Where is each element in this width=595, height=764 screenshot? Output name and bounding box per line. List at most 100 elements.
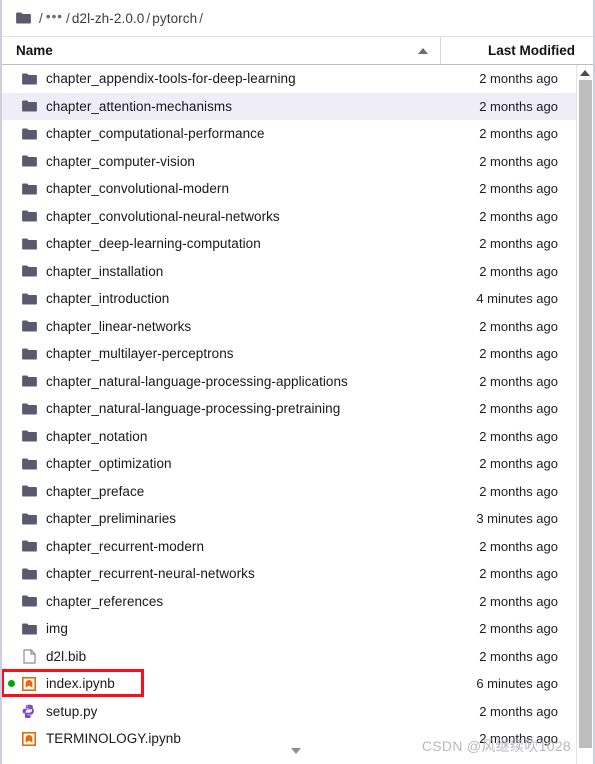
file-type-icon [18, 403, 40, 415]
file-name-label: chapter_convolutional-neural-networks [46, 208, 280, 224]
scroll-down-arrow-icon[interactable] [2, 748, 591, 762]
folder-icon [21, 485, 37, 497]
file-name-label: chapter_computational-performance [46, 126, 265, 142]
breadcrumb-separator-3: / [199, 10, 204, 26]
breadcrumb[interactable]: / ••• / d2l-zh-2.0.0 / pytorch / [2, 0, 593, 37]
file-type-icon [18, 623, 40, 635]
kernel-status-placeholder [8, 433, 15, 440]
scrollbar-thumb[interactable] [578, 80, 592, 748]
folder-icon [21, 513, 37, 525]
file-modified-label: 2 months ago [479, 208, 558, 224]
file-list-item[interactable]: index.ipynb 6 minutes ago [2, 669, 576, 698]
kernel-status-placeholder [8, 130, 15, 137]
vertical-scrollbar[interactable] [576, 65, 593, 764]
file-list-item[interactable]: chapter_multilayer-perceptrons 2 months a… [2, 340, 576, 368]
file-type-icon [18, 73, 40, 85]
file-modified-label: 3 minutes ago [476, 511, 558, 527]
file-type-icon [18, 458, 40, 470]
folder-icon [21, 623, 37, 635]
breadcrumb-ellipsis[interactable]: ••• [45, 9, 64, 24]
file-list-item[interactable]: chapter_convolutional-modern 2 months ago [2, 175, 576, 203]
breadcrumb-root[interactable]: / [37, 11, 45, 26]
folder-icon [21, 183, 37, 195]
file-list-item[interactable]: chapter_recurrent-neural-networks 2 month… [2, 560, 576, 588]
file-modified-label: 6 minutes ago [476, 676, 558, 692]
file-list-item[interactable]: chapter_installation 2 months ago [2, 258, 576, 286]
folder-icon [21, 403, 37, 415]
kernel-status-placeholder [8, 295, 15, 302]
kernel-status-placeholder [8, 653, 15, 660]
file-list-item[interactable]: img 2 months ago [2, 615, 576, 643]
kernel-status-placeholder [8, 185, 15, 192]
file-name-label: index.ipynb [46, 676, 115, 692]
kernel-status-placeholder [8, 708, 15, 715]
folder-icon [21, 100, 37, 112]
file-name-label: chapter_introduction [46, 291, 170, 307]
folder-icon [21, 265, 37, 277]
column-header-name[interactable]: Name [2, 37, 441, 64]
file-list-item[interactable]: chapter_optimization 2 months ago [2, 450, 576, 478]
file-name-label: chapter_preliminaries [46, 511, 177, 527]
file-name-label: TERMINOLOGY.ipynb [46, 731, 181, 747]
kernel-status-placeholder [8, 240, 15, 247]
file-list-item[interactable]: chapter_attention-mechanisms 2 months ago [2, 92, 576, 120]
scroll-up-arrow-icon[interactable] [577, 65, 593, 80]
file-type-icon [18, 320, 40, 332]
column-header-last-modified[interactable]: Last Modified [441, 43, 593, 58]
file-name-label: chapter_attention-mechanisms [46, 98, 232, 114]
file-name-label: chapter_installation [46, 263, 164, 279]
file-list-item[interactable]: chapter_natural-language-processing-pret… [2, 395, 576, 423]
file-list-item[interactable]: chapter_linear-networks 2 months ago [2, 313, 576, 341]
file-list-item[interactable]: chapter_convolutional-neural-networks 2 m… [2, 203, 576, 231]
breadcrumb-item-d2l-zh[interactable]: d2l-zh-2.0.0 [72, 11, 145, 26]
folder-icon [21, 540, 37, 552]
file-list-item[interactable]: chapter_notation 2 months ago [2, 423, 576, 451]
file-name-label: chapter_notation [46, 428, 148, 444]
file-name-label: chapter_natural-language-processing-pret… [46, 401, 341, 417]
file-name-label: setup.py [46, 703, 98, 719]
kernel-status-placeholder [8, 488, 15, 495]
file-list-item[interactable]: chapter_recurrent-modern 2 months ago [2, 533, 576, 561]
kernel-status-placeholder [8, 405, 15, 412]
file-modified-label: 2 months ago [479, 731, 558, 747]
file-name-label: chapter_linear-networks [46, 318, 192, 334]
file-modified-label: 2 months ago [479, 126, 558, 142]
folder-icon[interactable] [16, 12, 31, 24]
file-type-icon [18, 183, 40, 195]
file-type-icon [18, 704, 40, 719]
file-type-icon [18, 513, 40, 525]
file-modified-label: 2 months ago [479, 703, 558, 719]
file-list-item[interactable]: chapter_preface 2 months ago [2, 478, 576, 506]
file-name-label: chapter_recurrent-modern [46, 538, 205, 554]
file-list-item[interactable]: d2l.bib 2 months ago [2, 643, 576, 671]
file-type-icon [18, 485, 40, 497]
file-list-item[interactable]: chapter_references 2 months ago [2, 588, 576, 616]
file-list-item[interactable]: chapter_introduction 4 minutes ago [2, 285, 576, 313]
sort-ascending-arrow-icon[interactable] [418, 47, 428, 54]
file-list-item[interactable]: chapter_deep-learning-computation 2 month… [2, 230, 576, 258]
file-modified-label: 4 minutes ago [476, 291, 558, 307]
file-list-item[interactable]: setup.py 2 months ago [2, 698, 576, 726]
file-list-item[interactable]: chapter_natural-language-processing-appl… [2, 368, 576, 396]
folder-icon [21, 155, 37, 167]
breadcrumb-item-pytorch[interactable]: pytorch [152, 11, 197, 26]
file-modified-label: 2 months ago [479, 566, 558, 582]
file-list-item[interactable]: chapter_preliminaries 3 minutes ago [2, 505, 576, 533]
breadcrumb-separator-1: / [66, 10, 70, 26]
file-name-label: chapter_deep-learning-computation [46, 236, 261, 252]
kernel-status-placeholder [8, 460, 15, 467]
file-type-icon [18, 293, 40, 305]
file-list-item[interactable]: chapter_appendix-tools-for-deep-learning… [2, 65, 576, 93]
file-type-icon [18, 540, 40, 552]
file-name-label: chapter_recurrent-neural-networks [46, 566, 255, 582]
file-list-item[interactable]: chapter_computer-vision 2 months ago [2, 148, 576, 176]
file-modified-label: 2 months ago [479, 181, 558, 197]
file-modified-label: 2 months ago [479, 538, 558, 554]
file-list-item[interactable]: chapter_computational-performance 2 month… [2, 120, 576, 148]
kernel-status-placeholder [8, 75, 15, 82]
folder-icon [21, 210, 37, 222]
file-type-icon [18, 210, 40, 222]
file-icon [22, 649, 36, 664]
file-list: chapter_appendix-tools-for-deep-learning… [2, 65, 576, 764]
file-browser-panel: / ••• / d2l-zh-2.0.0 / pytorch / Name La… [0, 0, 595, 764]
